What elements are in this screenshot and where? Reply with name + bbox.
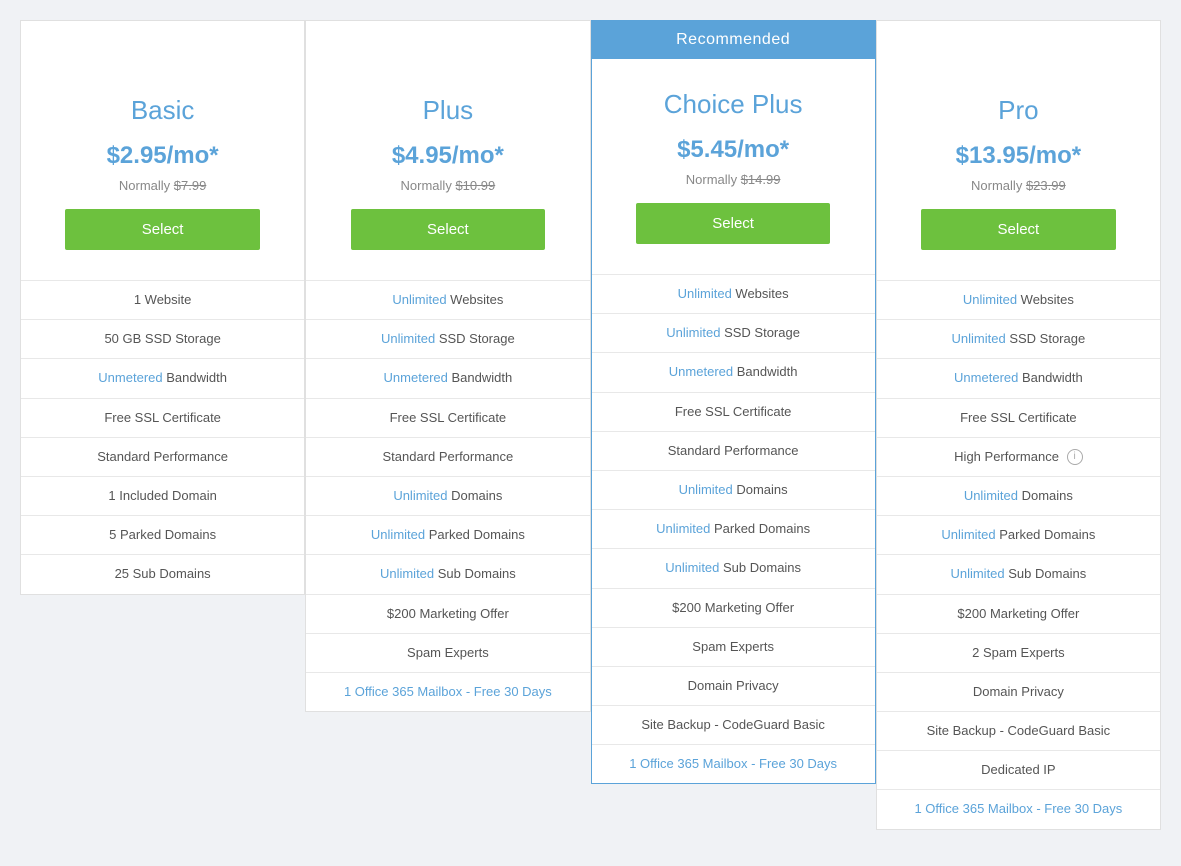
feature-item: Free SSL Certificate: [306, 398, 589, 437]
plan-header-choice-plus: Choice Plus $5.45/mo* Normally $14.99 Se…: [592, 59, 875, 274]
feature-item: Unlimited Parked Domains: [306, 515, 589, 554]
select-button-plus[interactable]: Select: [351, 209, 546, 250]
features-list-choice-plus: Unlimited WebsitesUnlimited SSD StorageU…: [592, 274, 875, 783]
feature-item: 1 Included Domain: [21, 476, 304, 515]
highlight-text: Unlimited: [679, 482, 733, 497]
feature-item: Unmetered Bandwidth: [306, 358, 589, 397]
highlight-text: Unlimited: [678, 286, 732, 301]
feature-item: 2 Spam Experts: [877, 633, 1160, 672]
feature-item: 5 Parked Domains: [21, 515, 304, 554]
plan-card-plus: Plus $4.95/mo* Normally $10.99 Select Un…: [305, 20, 590, 712]
highlight-text: Unlimited: [963, 292, 1017, 307]
feature-item: $200 Marketing Offer: [877, 594, 1160, 633]
highlight-text: Unmetered: [954, 370, 1018, 385]
feature-item: $200 Marketing Offer: [592, 588, 875, 627]
highlight-text: Unmetered: [98, 370, 162, 385]
feature-item: 1 Office 365 Mailbox - Free 30 Days: [877, 789, 1160, 828]
feature-item: Unmetered Bandwidth: [592, 352, 875, 391]
highlight-text: Unlimited: [392, 292, 446, 307]
feature-item: Spam Experts: [306, 633, 589, 672]
feature-item: Unlimited Parked Domains: [877, 515, 1160, 554]
feature-item: Unlimited Sub Domains: [306, 554, 589, 593]
highlight-text: Unlimited: [665, 560, 719, 575]
feature-item: Standard Performance: [592, 431, 875, 470]
recommended-badge: Recommended: [592, 21, 875, 59]
feature-item: 50 GB SSD Storage: [21, 319, 304, 358]
select-button-pro[interactable]: Select: [921, 209, 1116, 250]
plan-card-basic: Basic $2.95/mo* Normally $7.99 Select 1 …: [20, 20, 305, 595]
highlight-text: Unlimited: [941, 527, 995, 542]
feature-item: High Performance i: [877, 437, 1160, 476]
plan-header-basic: Basic $2.95/mo* Normally $7.99 Select: [21, 65, 304, 280]
feature-item: Standard Performance: [306, 437, 589, 476]
feature-item: Free SSL Certificate: [877, 398, 1160, 437]
feature-item: Unlimited Parked Domains: [592, 509, 875, 548]
highlight-text: Unmetered: [384, 370, 448, 385]
feature-item: Unlimited Domains: [306, 476, 589, 515]
highlight-text: Unlimited: [964, 488, 1018, 503]
info-icon[interactable]: i: [1067, 449, 1083, 465]
plans-container: Basic $2.95/mo* Normally $7.99 Select 1 …: [20, 20, 1161, 830]
plan-name-choice-plus: Choice Plus: [612, 89, 855, 120]
highlight-text: Unlimited: [380, 566, 434, 581]
plan-name-basic: Basic: [41, 95, 284, 126]
plan-normal-price-choice-plus: Normally $14.99: [612, 172, 855, 187]
plan-normal-price-plus: Normally $10.99: [326, 178, 569, 193]
highlight-text: Unlimited: [371, 527, 425, 542]
feature-item: Standard Performance: [21, 437, 304, 476]
select-button-choice-plus[interactable]: Select: [636, 203, 831, 244]
highlight-text: Unlimited: [656, 521, 710, 536]
office365-link[interactable]: 1 Office 365 Mailbox - Free 30 Days: [914, 801, 1122, 816]
feature-item: 1 Website: [21, 280, 304, 319]
feature-item: Unmetered Bandwidth: [877, 358, 1160, 397]
feature-item: Unlimited Domains: [592, 470, 875, 509]
highlight-text: Unmetered: [669, 364, 733, 379]
plan-price-basic: $2.95/mo*: [41, 142, 284, 170]
plan-header-pro: Pro $13.95/mo* Normally $23.99 Select: [877, 65, 1160, 280]
feature-item: Dedicated IP: [877, 750, 1160, 789]
plan-price-choice-plus: $5.45/mo*: [612, 136, 855, 164]
plan-name-pro: Pro: [897, 95, 1140, 126]
feature-item: Unlimited Websites: [592, 274, 875, 313]
plan-normal-price-pro: Normally $23.99: [897, 178, 1140, 193]
feature-item: Unlimited SSD Storage: [306, 319, 589, 358]
features-list-basic: 1 Website50 GB SSD StorageUnmetered Band…: [21, 280, 304, 594]
feature-item: $200 Marketing Offer: [306, 594, 589, 633]
highlight-text: Unlimited: [666, 325, 720, 340]
highlight-text: Unlimited: [950, 566, 1004, 581]
feature-item: Unlimited SSD Storage: [877, 319, 1160, 358]
features-list-plus: Unlimited WebsitesUnlimited SSD StorageU…: [306, 280, 589, 711]
feature-item: 1 Office 365 Mailbox - Free 30 Days: [306, 672, 589, 711]
feature-item: Free SSL Certificate: [592, 392, 875, 431]
feature-item: 25 Sub Domains: [21, 554, 304, 593]
feature-item: Domain Privacy: [592, 666, 875, 705]
feature-item: Free SSL Certificate: [21, 398, 304, 437]
office365-link[interactable]: 1 Office 365 Mailbox - Free 30 Days: [629, 756, 837, 771]
feature-item: Domain Privacy: [877, 672, 1160, 711]
features-list-pro: Unlimited WebsitesUnlimited SSD StorageU…: [877, 280, 1160, 829]
feature-item: Unlimited Websites: [306, 280, 589, 319]
feature-item: Unlimited Domains: [877, 476, 1160, 515]
select-button-basic[interactable]: Select: [65, 209, 260, 250]
feature-item: Unlimited Websites: [877, 280, 1160, 319]
plan-card-pro: Pro $13.95/mo* Normally $23.99 Select Un…: [876, 20, 1161, 830]
highlight-text: Unlimited: [381, 331, 435, 346]
plan-price-plus: $4.95/mo*: [326, 142, 569, 170]
highlight-text: Unlimited: [952, 331, 1006, 346]
feature-item: Spam Experts: [592, 627, 875, 666]
office365-link[interactable]: 1 Office 365 Mailbox - Free 30 Days: [344, 684, 552, 699]
feature-item: 1 Office 365 Mailbox - Free 30 Days: [592, 744, 875, 783]
feature-item: Unlimited SSD Storage: [592, 313, 875, 352]
feature-item: Site Backup - CodeGuard Basic: [592, 705, 875, 744]
plan-card-choice-plus: Recommended Choice Plus $5.45/mo* Normal…: [591, 20, 876, 784]
plan-normal-price-basic: Normally $7.99: [41, 178, 284, 193]
highlight-text: Unlimited: [393, 488, 447, 503]
feature-item: Unmetered Bandwidth: [21, 358, 304, 397]
plan-price-pro: $13.95/mo*: [897, 142, 1140, 170]
plan-header-plus: Plus $4.95/mo* Normally $10.99 Select: [306, 65, 589, 280]
feature-item: Site Backup - CodeGuard Basic: [877, 711, 1160, 750]
feature-item: Unlimited Sub Domains: [877, 554, 1160, 593]
feature-item: Unlimited Sub Domains: [592, 548, 875, 587]
plan-name-plus: Plus: [326, 95, 569, 126]
